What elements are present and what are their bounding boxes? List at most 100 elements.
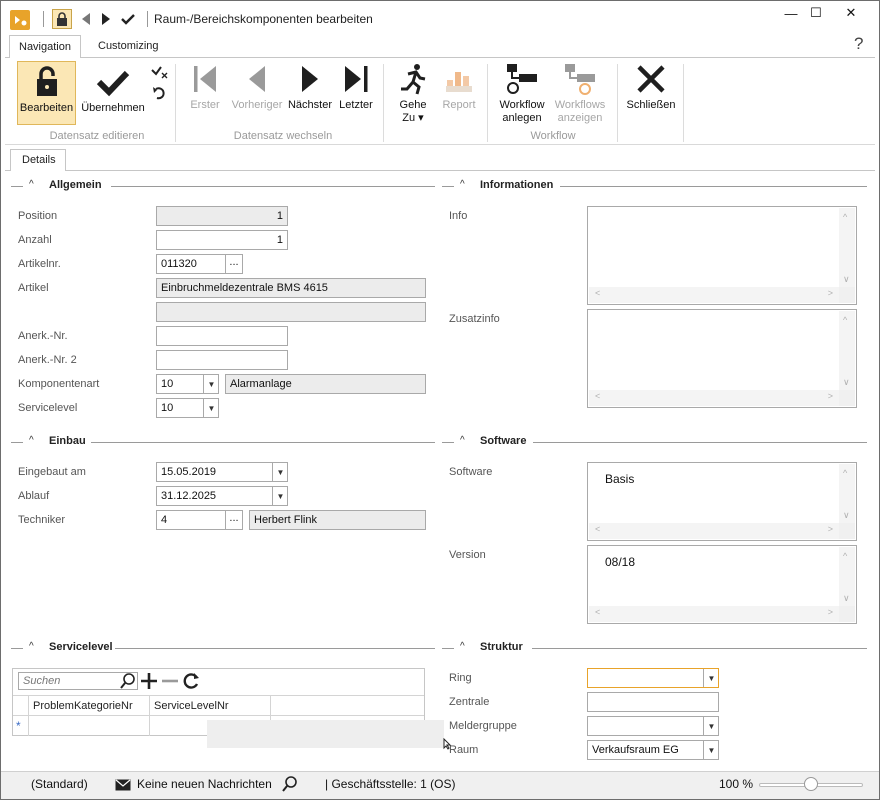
- position-field[interactable]: 1: [156, 206, 288, 226]
- section-software[interactable]: ^ Software: [442, 435, 867, 449]
- column-header[interactable]: ProblemKategorieNr: [28, 696, 149, 717]
- tab-customizing[interactable]: Customizing: [89, 35, 168, 58]
- previous-record-button[interactable]: Vorheriger: [229, 62, 285, 126]
- tab-details[interactable]: Details: [10, 149, 66, 171]
- komponentenart-text[interactable]: Alarmanlage: [225, 374, 426, 394]
- ring-select[interactable]: ▼: [587, 668, 719, 688]
- workflow-create-button[interactable]: Workflow anlegen: [495, 62, 549, 126]
- separator: [43, 11, 44, 27]
- zoom-slider-thumb[interactable]: [804, 777, 818, 791]
- chevron-up-icon[interactable]: ^: [460, 641, 465, 652]
- section-struktur[interactable]: ^ Struktur: [442, 641, 867, 655]
- chevron-up-icon[interactable]: ^: [29, 641, 34, 652]
- apply-button[interactable]: Übernehmen: [79, 62, 147, 126]
- workflow-show-button[interactable]: Workflows anzeigen: [551, 62, 609, 126]
- zoom-level: 100 %: [719, 777, 754, 791]
- meldergruppe-select[interactable]: ▼: [587, 716, 719, 736]
- section-title: Software: [480, 435, 527, 447]
- running-man-icon: [401, 64, 426, 95]
- main-window: Raum-/Bereichskomponenten bearbeiten — ☐…: [0, 0, 880, 800]
- section-einbau[interactable]: ^ Einbau: [11, 435, 435, 449]
- ablauf-date[interactable]: 31.12.2025 ▼: [156, 486, 288, 506]
- artikel-field[interactable]: Einbruchmeldezentrale BMS 4615: [156, 278, 426, 298]
- lock-icon[interactable]: [52, 9, 72, 29]
- techniker-name[interactable]: Herbert Flink: [249, 510, 426, 530]
- vertical-scrollbar[interactable]: ^ ∨: [839, 208, 855, 287]
- scrollbar-corner: [839, 606, 855, 622]
- artikelnr-browse-button[interactable]: ...: [225, 254, 243, 274]
- next-record-icon[interactable]: [99, 9, 113, 29]
- group-separator: [617, 64, 618, 142]
- check-icon[interactable]: [119, 9, 137, 29]
- refresh-icon[interactable]: [182, 671, 201, 690]
- close-button[interactable]: Schließen: [625, 62, 677, 126]
- chevron-down-icon[interactable]: ▼: [272, 487, 287, 505]
- vertical-scrollbar[interactable]: ^ ∨: [839, 464, 855, 523]
- anerk-field[interactable]: [156, 326, 288, 346]
- section-informationen[interactable]: ^ Informationen: [442, 179, 867, 193]
- apply-label: Übernehmen: [81, 102, 145, 114]
- search-icon[interactable]: [120, 673, 136, 689]
- anzahl-field[interactable]: 1: [156, 230, 288, 250]
- chevron-down-icon[interactable]: ▼: [703, 741, 718, 759]
- horizontal-scrollbar[interactable]: < >: [589, 390, 839, 406]
- group-label-edit: Datensatz editieren: [49, 130, 145, 142]
- horizontal-scrollbar[interactable]: < >: [589, 287, 839, 303]
- report-button[interactable]: Report: [437, 62, 481, 126]
- chevron-down-icon[interactable]: ▼: [703, 669, 718, 687]
- horizontal-scrollbar[interactable]: < >: [589, 606, 839, 622]
- artikel-field-2[interactable]: [156, 302, 426, 322]
- info-label: Info: [449, 210, 468, 222]
- anerk2-field[interactable]: [156, 350, 288, 370]
- chevron-up-icon[interactable]: ^: [29, 435, 34, 446]
- close-window-button[interactable]: ✕: [839, 5, 863, 21]
- grid-cell[interactable]: [28, 716, 149, 736]
- meldergruppe-label: Meldergruppe: [449, 720, 517, 732]
- maximize-button[interactable]: ☐: [804, 5, 828, 21]
- next-record-button[interactable]: Nächster: [285, 62, 335, 126]
- servicelevel-select[interactable]: 10 ▼: [156, 398, 219, 418]
- tab-navigation[interactable]: Navigation: [9, 35, 81, 58]
- version-memo[interactable]: 08/18 ^ ∨ < >: [587, 545, 857, 624]
- column-header[interactable]: ServiceLevelNr: [149, 696, 270, 717]
- techniker-field[interactable]: 4: [156, 510, 226, 530]
- chevron-down-icon[interactable]: ▼: [203, 399, 218, 417]
- search-icon[interactable]: [282, 776, 298, 792]
- section-servicelevel[interactable]: ^ Servicelevel: [11, 641, 435, 655]
- artikelnr-field[interactable]: 011320: [156, 254, 226, 274]
- first-record-button[interactable]: Erster: [185, 62, 225, 126]
- chevron-down-icon[interactable]: ▼: [272, 463, 287, 481]
- raum-select[interactable]: Verkaufsraum EG ▼: [587, 740, 719, 760]
- chevron-up-icon[interactable]: ^: [29, 179, 34, 190]
- eingebaut-date[interactable]: 15.05.2019 ▼: [156, 462, 288, 482]
- zusatzinfo-memo[interactable]: ^ ∨ < >: [587, 309, 857, 408]
- add-row-icon[interactable]: [140, 672, 158, 690]
- undo-icon[interactable]: [151, 85, 169, 101]
- komponentenart-select[interactable]: 10 ▼: [156, 374, 219, 394]
- zentrale-field[interactable]: [587, 692, 719, 712]
- chevron-down-icon[interactable]: ▼: [703, 717, 718, 735]
- check-cancel-icon[interactable]: [151, 64, 169, 80]
- status-messages[interactable]: Keine neuen Nachrichten: [137, 777, 272, 791]
- section-allgemein[interactable]: ^ Allgemein: [11, 179, 435, 193]
- edit-button[interactable]: Bearbeiten: [17, 61, 76, 125]
- group-separator: [683, 64, 684, 142]
- help-icon[interactable]: ?: [854, 34, 863, 54]
- remove-row-icon[interactable]: [161, 672, 179, 690]
- chevron-down-icon[interactable]: ▼: [203, 375, 218, 393]
- chevron-up-icon[interactable]: ^: [460, 435, 465, 446]
- previous-record-icon[interactable]: [79, 9, 93, 29]
- techniker-browse-button[interactable]: ...: [225, 510, 243, 530]
- software-memo[interactable]: Basis ^ ∨ < >: [587, 462, 857, 541]
- chevron-up-icon[interactable]: ^: [460, 179, 465, 190]
- horizontal-scrollbar[interactable]: < >: [589, 523, 839, 539]
- minimize-button[interactable]: —: [779, 5, 803, 21]
- status-standard[interactable]: (Standard): [31, 777, 88, 791]
- info-memo[interactable]: ^ ∨ < >: [587, 206, 857, 305]
- vertical-scrollbar[interactable]: ^ ∨: [839, 311, 855, 390]
- goto-button[interactable]: Gehe Zu ▾: [393, 62, 433, 126]
- eingebaut-value: 15.05.2019: [161, 466, 217, 478]
- last-record-button[interactable]: Letzter: [337, 62, 375, 126]
- vertical-scrollbar[interactable]: ^ ∨: [839, 547, 855, 606]
- scrollbar-corner: [839, 523, 855, 539]
